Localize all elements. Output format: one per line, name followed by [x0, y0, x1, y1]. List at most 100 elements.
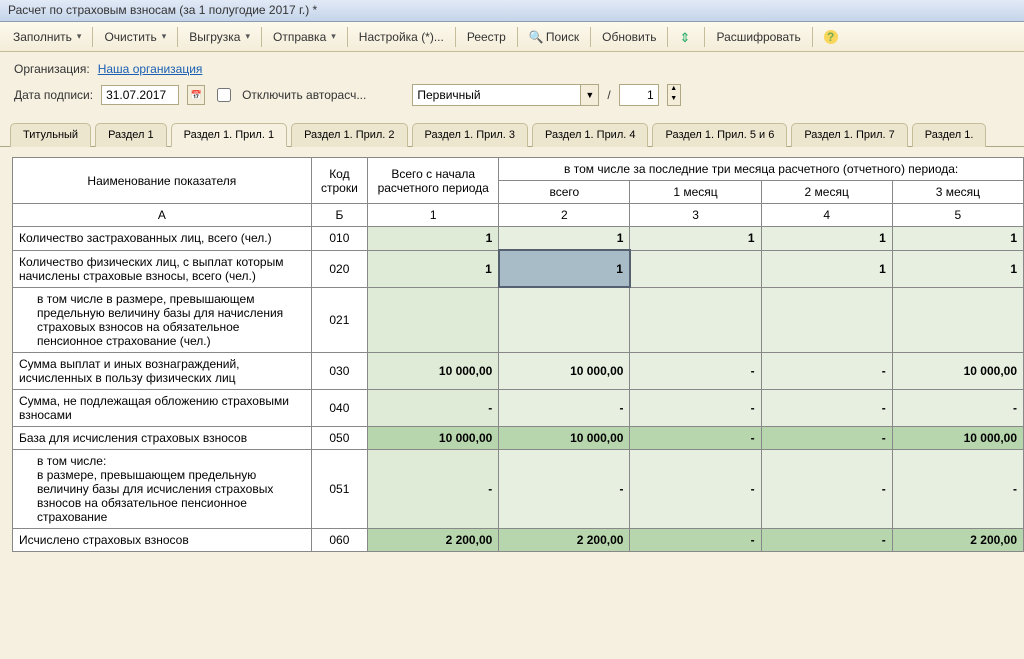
cell-value[interactable]: -	[630, 449, 761, 528]
cell-value[interactable]: 1	[368, 250, 499, 287]
refresh-button[interactable]: Обновить	[595, 26, 663, 48]
slash-label: /	[607, 88, 610, 102]
table-row: Количество застрахованных лиц, всего (че…	[13, 227, 1024, 251]
cell-value[interactable]: -	[892, 449, 1023, 528]
registry-button[interactable]: Реестр	[460, 26, 513, 48]
org-label: Организация:	[14, 62, 90, 76]
separator	[261, 27, 262, 47]
cell-value[interactable]: -	[761, 528, 892, 551]
cell-value[interactable]: -	[630, 389, 761, 426]
cell-value[interactable]: 10 000,00	[499, 426, 630, 449]
separator	[92, 27, 93, 47]
cell-value[interactable]: 1	[499, 227, 630, 251]
clear-button[interactable]: Очистить	[97, 26, 173, 48]
separator	[517, 27, 518, 47]
sign-date-label: Дата подписи:	[14, 88, 93, 102]
cell-value[interactable]	[761, 287, 892, 352]
doc-type-select[interactable]: Первичный ▼	[412, 84, 599, 106]
calendar-button[interactable]: 📅	[187, 85, 205, 105]
table-row: в том числе в размере, превышающем преде…	[13, 287, 1024, 352]
th-total: Всего с начала расчетного периода	[368, 158, 499, 204]
cell-value[interactable]: 1	[630, 227, 761, 251]
cell-value[interactable]: 2 200,00	[368, 528, 499, 551]
cell-value[interactable]	[368, 287, 499, 352]
tab-7[interactable]: Раздел 1. Прил. 7	[791, 123, 907, 147]
expand-icon	[679, 30, 693, 44]
cell-value[interactable]: 1	[892, 250, 1023, 287]
cell-value[interactable]: -	[499, 389, 630, 426]
window-title: Расчет по страховым взносам (за 1 полуго…	[0, 0, 1024, 22]
seq-spinner[interactable]: ▲▼	[667, 84, 681, 106]
expand-button[interactable]	[672, 26, 700, 48]
cell-value[interactable]	[499, 287, 630, 352]
cell-code: 010	[311, 227, 368, 251]
separator	[590, 27, 591, 47]
cell-value[interactable]: 10 000,00	[892, 352, 1023, 389]
org-link[interactable]: Наша организация	[98, 62, 203, 76]
decode-button[interactable]: Расшифровать	[709, 26, 807, 48]
cell-value[interactable]: -	[499, 449, 630, 528]
separator	[177, 27, 178, 47]
th-letter: А	[13, 204, 312, 227]
table-row: Количество физических лиц, с выплат кото…	[13, 250, 1024, 287]
cell-value[interactable]: 10 000,00	[368, 426, 499, 449]
search-button[interactable]: Поиск	[522, 26, 586, 48]
seq-input[interactable]	[619, 84, 659, 106]
separator	[347, 27, 348, 47]
th-name: Наименование показателя	[13, 158, 312, 204]
cell-value[interactable]: -	[630, 426, 761, 449]
cell-value[interactable]: -	[892, 389, 1023, 426]
tab-3[interactable]: Раздел 1. Прил. 2	[291, 123, 407, 147]
doc-type-value: Первичный	[413, 88, 580, 102]
cell-code: 030	[311, 352, 368, 389]
table-row: Исчислено страховых взносов0602 200,002 …	[13, 528, 1024, 551]
cell-value[interactable]: 1	[761, 227, 892, 251]
cell-value[interactable]: 1	[892, 227, 1023, 251]
cell-value[interactable]: 10 000,00	[499, 352, 630, 389]
cell-value[interactable]: -	[761, 352, 892, 389]
cell-value[interactable]: -	[368, 449, 499, 528]
cell-value[interactable]	[630, 287, 761, 352]
th-letter: 2	[499, 204, 630, 227]
settings-button[interactable]: Настройка (*)...	[352, 26, 451, 48]
table-row: База для исчисления страховых взносов050…	[13, 426, 1024, 449]
cell-value[interactable]: -	[630, 528, 761, 551]
cell-code: 060	[311, 528, 368, 551]
cell-value[interactable]: -	[630, 352, 761, 389]
cell-value[interactable]	[630, 250, 761, 287]
cell-value[interactable]: -	[761, 449, 892, 528]
th-letter: Б	[311, 204, 368, 227]
help-button[interactable]	[817, 26, 845, 48]
fill-button[interactable]: Заполнить	[6, 26, 88, 48]
cell-code: 040	[311, 389, 368, 426]
tab-2[interactable]: Раздел 1. Прил. 1	[171, 123, 287, 147]
send-button[interactable]: Отправка	[266, 26, 343, 48]
tab-0[interactable]: Титульный	[10, 123, 91, 147]
cell-value[interactable]	[892, 287, 1023, 352]
cell-value[interactable]: 10 000,00	[892, 426, 1023, 449]
select-dropdown-button[interactable]: ▼	[580, 85, 598, 105]
tab-6[interactable]: Раздел 1. Прил. 5 и 6	[652, 123, 787, 147]
cell-value[interactable]: -	[761, 389, 892, 426]
cell-value[interactable]: -	[761, 426, 892, 449]
cell-value[interactable]: 1	[761, 250, 892, 287]
tab-5[interactable]: Раздел 1. Прил. 4	[532, 123, 648, 147]
th-sub: 1 месяц	[630, 181, 761, 204]
cell-value[interactable]: -	[368, 389, 499, 426]
toolbar: Заполнить Очистить Выгрузка Отправка Нас…	[0, 22, 1024, 52]
tab-8[interactable]: Раздел 1.	[912, 123, 987, 147]
export-button[interactable]: Выгрузка	[182, 26, 257, 48]
cell-value[interactable]: 1	[368, 227, 499, 251]
separator	[667, 27, 668, 47]
cell-name: База для исчисления страховых взносов	[13, 426, 312, 449]
th-letter: 3	[630, 204, 761, 227]
disable-auto-checkbox[interactable]	[217, 88, 231, 102]
tab-4[interactable]: Раздел 1. Прил. 3	[412, 123, 528, 147]
cell-value[interactable]: 2 200,00	[892, 528, 1023, 551]
cell-value[interactable]: 2 200,00	[499, 528, 630, 551]
data-table: Наименование показателя Код строки Всего…	[12, 157, 1024, 552]
tab-1[interactable]: Раздел 1	[95, 123, 167, 147]
sign-date-input[interactable]	[101, 85, 179, 105]
cell-value[interactable]: 1	[499, 250, 630, 287]
cell-value[interactable]: 10 000,00	[368, 352, 499, 389]
